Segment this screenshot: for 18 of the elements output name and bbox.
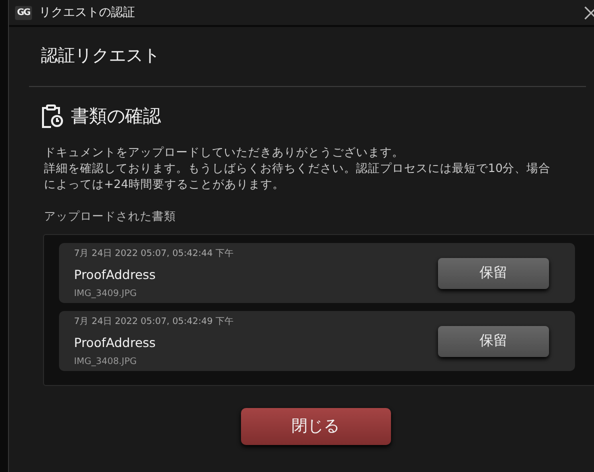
status-button[interactable]: 保留 — [438, 258, 549, 288]
status-button[interactable]: 保留 — [438, 326, 549, 356]
message-text: ドキュメントをアップロードしていただきありがとうございます。 — [44, 144, 405, 160]
section-title: 書類の確認 — [71, 105, 161, 128]
upload-timestamp: 7月 24日 2022 05:07, 05:42:44 下午 — [74, 248, 234, 260]
uploads-label: アップロードされた書類 — [43, 209, 177, 224]
clipboard-clock-icon — [41, 104, 63, 128]
document-type: ProofAddress — [74, 267, 157, 282]
window-title: リクエストの認証 — [38, 4, 135, 21]
dialog-heading: 認証リクエスト — [40, 45, 161, 68]
message-text: 詳細を確認しております。もうしばらくお待ちください。認証プロセスには最短で10分、場合によっては+24時間要することがあります。 — [44, 160, 552, 192]
file-name: IMG_3408.JPG — [74, 357, 138, 367]
file-name: IMG_3409.JPG — [74, 289, 138, 299]
app-logo: GG — [15, 6, 32, 20]
close-button[interactable]: 閉じる — [240, 408, 390, 445]
close-icon[interactable] — [584, 6, 594, 20]
upload-timestamp: 7月 24日 2022 05:07, 05:42:49 下午 — [74, 316, 234, 328]
document-type: ProofAddress — [74, 335, 157, 350]
